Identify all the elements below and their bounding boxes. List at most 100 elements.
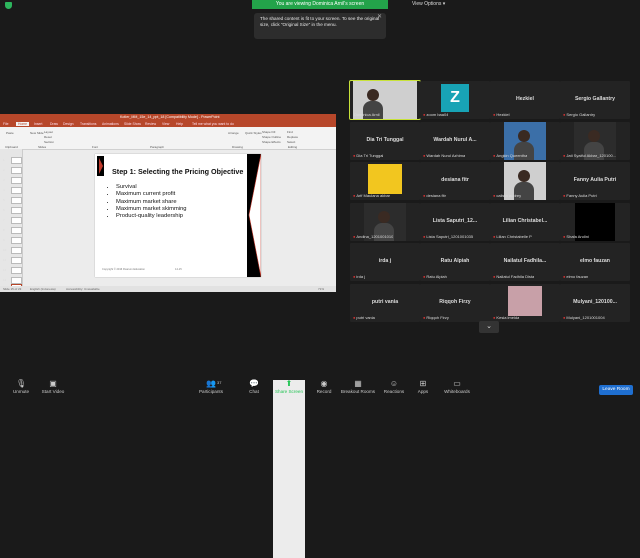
participant-tile[interactable]: Mulyani_120100... ●Mulyani_1201001004 [560,284,630,322]
participant-tile[interactable]: Sergio Gallantry ●Sergio Gallantry [560,81,630,119]
layout-button[interactable]: Layout [44,130,53,134]
section-button[interactable]: Section [44,140,54,144]
tab-view[interactable]: View [162,122,169,126]
shield-icon[interactable] [5,2,12,9]
participant-tile[interactable]: Dia Tri Tunggal ●Dia Tri Tunggal [350,122,420,160]
mic-muted-icon: 🎙 [16,379,27,388]
tell-me-search[interactable]: Tell me what you want to do [192,122,234,126]
accessibility-status[interactable]: Accessibility: Unavailable [66,287,100,291]
tab-file[interactable]: File [3,122,8,126]
leave-room-button[interactable]: Leave Room [599,385,633,395]
shape-outline-button[interactable]: Shape Outline [262,135,281,139]
slide-thumbnail[interactable] [11,217,22,224]
participant-tile[interactable]: desiana fitr ●desiana fitr [420,162,490,200]
close-icon[interactable]: ✕ [377,14,382,20]
whiteboard-icon: ▭ [453,379,461,388]
tab-home[interactable]: Home [16,121,30,126]
participant-tile[interactable]: Fanny Aulia Putri ●Fanny Aulia Putri [560,162,630,200]
top-bar: You are viewing Dominica Arnil's screen … [0,0,640,10]
slide-thumbnail[interactable] [11,277,22,284]
participant-tile[interactable]: elmo fauzan ●elmo fauzan [560,243,630,281]
participant-name: Wardah Nurul A... [433,137,477,143]
participant-tile[interactable]: ●calista audrey [490,162,560,200]
slide-thumbnail[interactable] [11,257,22,264]
participant-label-text: Andina_1201001010 [356,234,394,239]
participant-tile[interactable]: Lilian Christabel... ●Lilian Christabelle… [490,203,560,241]
slide-thumbnail[interactable] [11,227,22,234]
participant-tile[interactable]: ●Jati Syaiful Akbar_120100... [560,122,630,160]
participant-tile[interactable]: ●Shafa Andini [560,203,630,241]
participant-tile[interactable]: Wardah Nurul A... ●Wardah Nurul Azhima [420,122,490,160]
participant-label: ●irda j [353,274,365,279]
slide-thumbnail[interactable] [11,237,22,244]
start-video-button[interactable]: ▣ Start Video [39,380,67,395]
tab-design[interactable]: Design [63,122,74,126]
breakout-rooms-button[interactable]: ▦ Breakout Rooms [339,379,377,395]
tab-review[interactable]: Review [145,122,156,126]
participant-tile[interactable]: Ratu Alpiah ●Ratu Alpiah [420,243,490,281]
participant-tile[interactable]: ●Angkin Queentha [490,122,560,160]
participant-tile[interactable]: Riqqoh Firzy ●Riqqoh Firzy [420,284,490,322]
participant-label-text: desiana fitr [426,193,446,198]
new-slide-button[interactable]: New Slide [30,131,44,135]
participant-tile[interactable]: irda j ●irda j [350,243,420,281]
tab-transitions[interactable]: Transitions [80,122,96,126]
view-options-button[interactable]: View Options ▾ [412,1,445,7]
shape-fill-button[interactable]: Shape Fill [262,130,275,134]
paste-button[interactable]: Paste [6,131,14,135]
participant-label-text: Dia Tri Tunggal [356,153,384,158]
participant-label-text: irda j [356,274,366,279]
shape-effects-button[interactable]: Shape Effects [262,140,281,144]
participant-tile[interactable]: ●Andina_1201001010 [350,203,420,241]
share-screen-button[interactable]: ⬆ Share Screen [273,380,305,558]
participants-button[interactable]: 👥 37 Participants [196,380,226,395]
apps-button[interactable]: ⊞ Apps [413,380,433,395]
record-button[interactable]: ◉ Record [313,380,335,395]
participant-tile[interactable]: ●Kesia imelda [490,284,560,322]
chat-button[interactable]: 💬 Chat [244,380,264,395]
chevron-down-icon[interactable]: ⌄ [479,321,499,333]
arrange-button[interactable]: Arrange [228,131,239,135]
slide-thumbnail[interactable] [11,197,22,204]
zoom-level[interactable]: 71% [318,287,324,291]
current-slide[interactable]: Step 1: Selecting the Pricing Objective … [95,154,261,277]
tab-animations[interactable]: Animations [102,122,119,126]
thumb-number: 4 [3,188,5,192]
participant-tile[interactable]: putri vania ●putri vania [350,284,420,322]
slide-bullet: Maximum market skimming [116,206,187,213]
slide-thumbnail[interactable] [11,157,22,164]
whiteboards-button[interactable]: ▭ Whiteboards [440,379,474,395]
tab-slide-show[interactable]: Slide Show [124,122,141,126]
breakout-rooms-icon: ▦ [354,379,362,388]
slide-thumbnail[interactable] [11,177,22,184]
slide-thumbnail[interactable] [11,207,22,214]
viewing-banner[interactable]: You are viewing Dominica Arnil's screen [252,0,388,9]
reactions-button[interactable]: ☺ Reactions [380,380,408,395]
participant-tile[interactable]: Z ●zoom baa04 [420,81,490,119]
start-video-label: Start Video [41,389,65,394]
select-button[interactable]: Select [287,140,295,144]
unmute-button[interactable]: 🎙 Unmute [9,379,33,395]
tab-insert[interactable]: Insert [34,122,42,126]
participant-tile[interactable]: Lista Saputri_12... ●Lista Saputri_120100… [420,203,490,241]
slide-count: Slide 15 of 23 [3,287,22,291]
participant-label: ●Sergio Gallantry [563,112,595,117]
find-button[interactable]: Find [287,130,293,134]
slide-thumbnail[interactable] [11,247,22,254]
participant-tile[interactable]: Nailatul Fadhila... ●Nailatul Fadhila Dis… [490,243,560,281]
tab-help[interactable]: Help [176,122,183,126]
replace-button[interactable]: Replace [287,135,298,139]
tab-draw[interactable]: Draw [50,122,58,126]
reset-button[interactable]: Reset [44,135,52,139]
participant-label: Dominica Arnil [353,112,380,117]
slide-thumbnail[interactable] [11,267,22,274]
participant-name: Dia Tri Tunggal [366,137,404,143]
participant-tile[interactable]: ●Arif Maulana akbar [350,162,420,200]
quick-styles-button[interactable]: Quick Styles [245,131,262,135]
slide-thumbnail[interactable] [11,167,22,174]
participant-tile[interactable]: Dominica Arnil [349,80,421,120]
participant-tile[interactable]: Hezkiel ●Hezkiel [490,81,560,119]
group-paragraph: Paragraph [150,145,165,149]
slide-thumbnail[interactable] [11,187,22,194]
slide-bullets: Survival Maximum current profit Maximum … [108,184,187,220]
